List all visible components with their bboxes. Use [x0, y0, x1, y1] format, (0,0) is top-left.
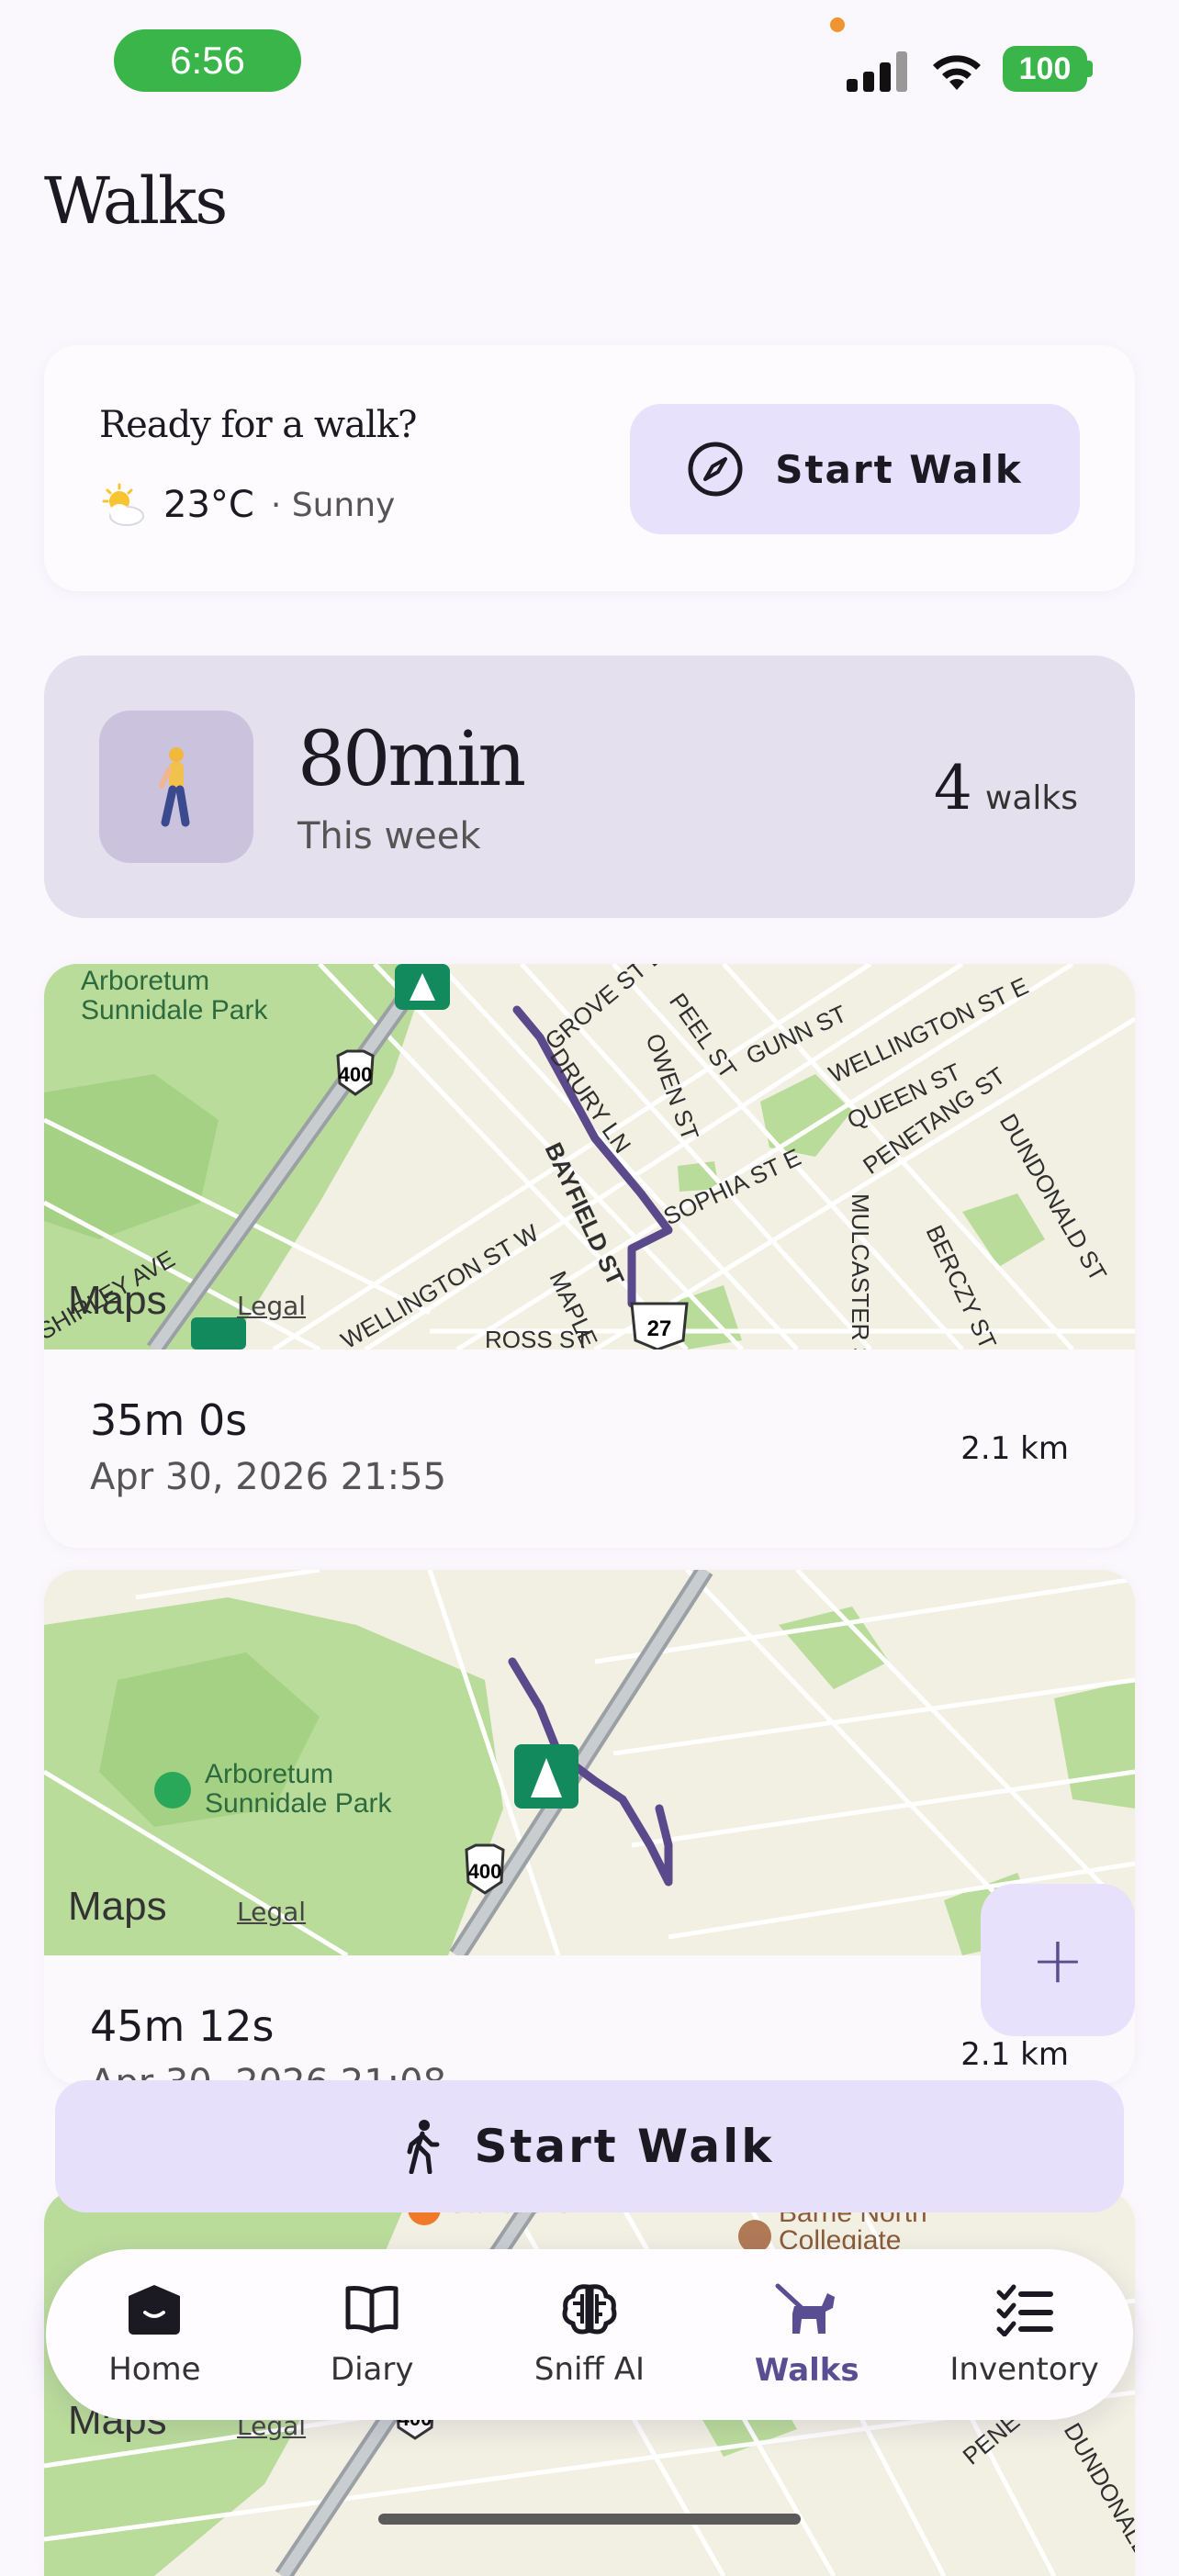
walk-card[interactable]: Arboretum Sunnidale Park GROVE ST E PEEL… — [44, 964, 1135, 1548]
svg-text:400: 400 — [468, 1860, 502, 1883]
svg-text:Sunnidale Park: Sunnidale Park — [81, 995, 268, 1025]
wifi-icon — [933, 55, 981, 90]
brain-icon — [562, 2284, 617, 2335]
tab-label: Inventory — [949, 2351, 1099, 2388]
start-walk-button[interactable]: Start Walk — [630, 404, 1080, 534]
tab-home[interactable]: Home — [62, 2281, 246, 2388]
start-walk-bottom-button[interactable]: Start Walk — [55, 2080, 1124, 2212]
weather-condition: · Sunny — [270, 486, 396, 524]
walk-duration: 35m 0s — [90, 1395, 248, 1445]
week-subtitle: This week — [298, 815, 481, 857]
checklist-icon — [996, 2284, 1053, 2336]
battery-indicator: 100 — [1003, 46, 1087, 92]
svg-text:MULCASTER ST: MULCASTER ST — [847, 1193, 874, 1350]
tab-inventory[interactable]: Inventory — [933, 2281, 1117, 2388]
week-minutes: 80min — [298, 716, 526, 803]
ready-title: Ready for a walk? — [99, 404, 417, 446]
tab-label: Sniff AI — [533, 2351, 646, 2388]
start-walk-label: Start Walk — [775, 446, 1023, 492]
maps-logo: Maps — [68, 1278, 167, 1323]
svg-text:27: 27 — [647, 1316, 672, 1341]
tab-sniff-ai[interactable]: Sniff AI — [498, 2281, 681, 2388]
walk-distance: 2.1 km — [960, 1430, 1069, 1467]
walk-count-number: 4 — [933, 753, 972, 823]
home-indicator[interactable] — [378, 2514, 801, 2525]
tab-diary[interactable]: Diary — [280, 2281, 464, 2388]
start-walk-bottom-label: Start Walk — [474, 2120, 775, 2173]
walk-date: Apr 30, 2026 21:55 — [90, 1456, 447, 1498]
compass-icon — [688, 442, 743, 497]
walk-count-label: walks — [984, 779, 1078, 817]
walking-icon — [407, 2120, 440, 2174]
walk-distance: 2.1 km — [960, 2036, 1069, 2073]
plus-icon: + — [1030, 1922, 1085, 1998]
walk-card[interactable]: Arboretum Sunnidale Park 400 Maps Legal … — [44, 1570, 1135, 2084]
svg-text:Arboretum: Arboretum — [81, 966, 209, 996]
walk-count: 4 walks — [934, 753, 1078, 823]
sun-cloud-icon — [102, 483, 144, 526]
svg-text:Sunnidale Park: Sunnidale Park — [205, 1788, 392, 1819]
page-title: Walks — [44, 163, 228, 239]
svg-text:ROSS ST: ROSS ST — [485, 1326, 590, 1350]
walk-duration: 45m 12s — [90, 2001, 275, 2051]
add-walk-button[interactable]: + — [981, 1884, 1135, 2036]
status-time: 6:56 — [114, 29, 301, 92]
maps-logo: Maps — [68, 1884, 167, 1929]
cellular-signal-icon — [847, 51, 907, 92]
tab-label: Walks — [754, 2352, 859, 2389]
tab-label: Home — [108, 2351, 201, 2388]
tab-walks[interactable]: Walks — [715, 2280, 899, 2389]
route-map[interactable]: Arboretum Sunnidale Park GROVE ST E PEEL… — [44, 964, 1135, 1350]
tab-bar: Home Diary Sniff AI Walks Inventory — [46, 2249, 1133, 2420]
person-walking-icon — [99, 711, 253, 863]
tab-label: Diary — [330, 2351, 414, 2388]
battery-nub — [1087, 61, 1093, 77]
weather-row: 23°C · Sunny — [99, 483, 395, 527]
book-icon — [345, 2286, 399, 2334]
maps-legal-link[interactable]: Legal — [237, 1897, 306, 1927]
svg-text:400: 400 — [339, 1063, 373, 1086]
privacy-indicator — [830, 17, 845, 32]
home-icon — [129, 2285, 181, 2335]
maps-legal-link[interactable]: Legal — [237, 1291, 306, 1321]
svg-text:Arboretum: Arboretum — [205, 1759, 333, 1789]
dog-walk-icon — [775, 2283, 835, 2334]
temperature: 23°C — [163, 484, 254, 526]
route-map[interactable]: Arboretum Sunnidale Park 400 — [44, 1570, 1135, 1955]
